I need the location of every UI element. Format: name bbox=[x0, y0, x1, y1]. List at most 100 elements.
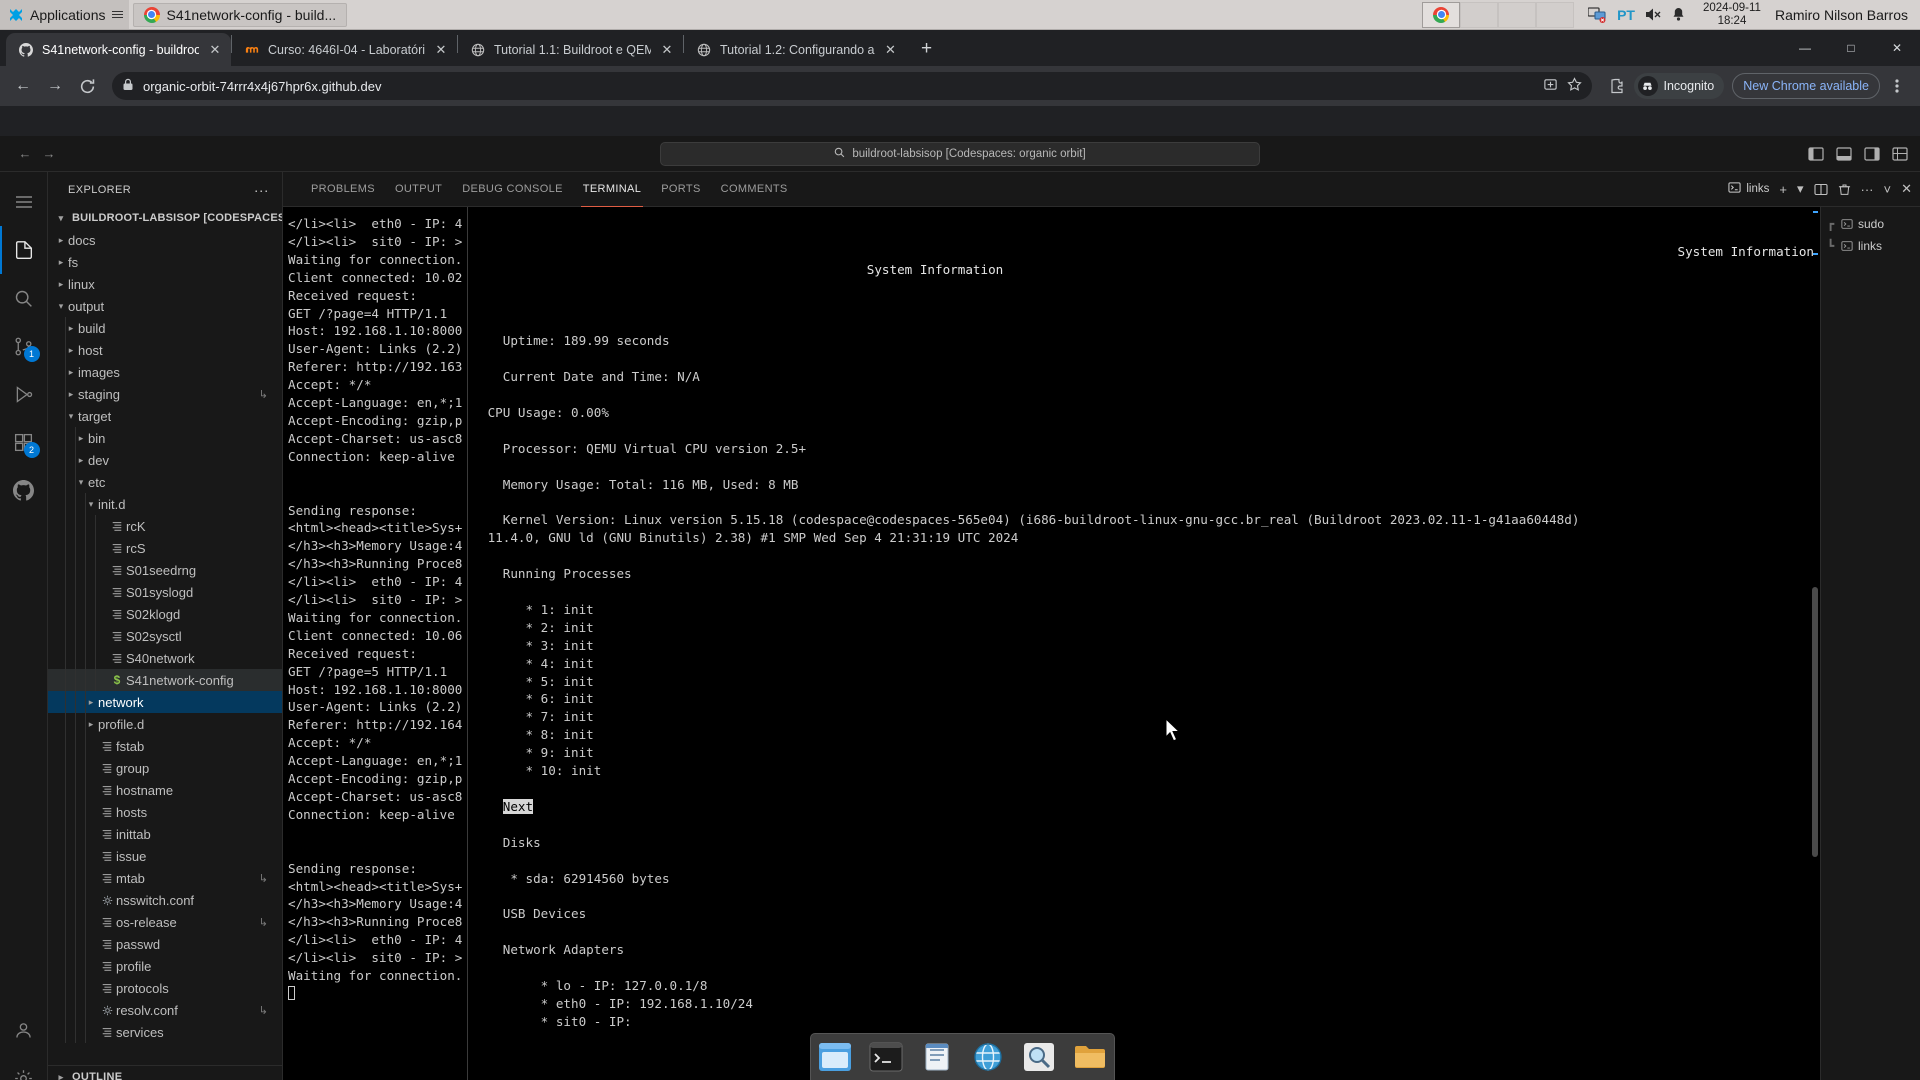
tree-folder-network[interactable]: ▸ network bbox=[48, 691, 282, 713]
tree-file-mtab[interactable]: mtab ↳ bbox=[48, 867, 282, 889]
tab-output[interactable]: OUTPUT bbox=[385, 172, 452, 207]
outline-section[interactable]: ▸ OUTLINE bbox=[48, 1066, 282, 1080]
tree-folder-images[interactable]: ▸ images bbox=[48, 361, 282, 383]
chrome-update-button[interactable]: New Chrome available bbox=[1732, 73, 1880, 99]
terminal-tab-sudo[interactable]: ┏ sudo bbox=[1821, 213, 1920, 235]
maximize-button[interactable]: □ bbox=[1828, 32, 1874, 64]
back-button[interactable]: ← bbox=[8, 71, 38, 101]
dock-item-web-browser[interactable] bbox=[967, 1039, 1009, 1075]
sidebar-item-explorer[interactable] bbox=[0, 226, 48, 274]
tree-folder-fs[interactable]: ▸ fs bbox=[48, 251, 282, 273]
dock-item-search[interactable] bbox=[1018, 1039, 1060, 1075]
vscode-forward-button[interactable]: → bbox=[38, 143, 60, 165]
dock-item-file-browser[interactable] bbox=[1069, 1039, 1111, 1075]
tree-file-group[interactable]: group bbox=[48, 757, 282, 779]
tree-file-resolv-conf[interactable]: resolv.conf ↳ bbox=[48, 999, 282, 1021]
tree-file-fstab[interactable]: fstab bbox=[48, 735, 282, 757]
tree-folder-dev[interactable]: ▸ dev bbox=[48, 449, 282, 471]
tree-folder-host[interactable]: ▸ host bbox=[48, 339, 282, 361]
explorer-more-actions-icon[interactable]: ··· bbox=[249, 182, 274, 198]
tab-ports[interactable]: PORTS bbox=[651, 172, 710, 207]
new-tab-button[interactable]: + bbox=[913, 35, 941, 63]
tree-file-hostname[interactable]: hostname bbox=[48, 779, 282, 801]
network-icon[interactable] bbox=[1588, 6, 1607, 23]
minimize-button[interactable]: — bbox=[1782, 32, 1828, 64]
tree-file-s01seedrng[interactable]: S01seedrng bbox=[48, 559, 282, 581]
tray-slot-4[interactable] bbox=[1536, 1, 1575, 28]
share-icon[interactable] bbox=[1543, 77, 1558, 95]
tree-file-s02klogd[interactable]: S02klogd bbox=[48, 603, 282, 625]
user-menu[interactable]: Ramiro Nilson Barros bbox=[1769, 7, 1920, 23]
chrome-menu-button[interactable] bbox=[1882, 71, 1912, 101]
explorer-root-folder[interactable]: ▾ BUILDROOT-LABSISOP [CODESPACES: ORGANI… bbox=[48, 207, 282, 229]
tree-file-s01syslogd[interactable]: S01syslogd bbox=[48, 581, 282, 603]
tab-close-icon[interactable]: ✕ bbox=[659, 42, 675, 58]
dock-item-text-editor[interactable] bbox=[916, 1039, 958, 1075]
close-panel-icon[interactable]: ✕ bbox=[1901, 181, 1912, 197]
sidebar-item-extensions[interactable]: 2 bbox=[0, 418, 48, 466]
toggle-primary-sidebar-icon[interactable] bbox=[1808, 146, 1824, 161]
hamburger-menu-icon[interactable] bbox=[0, 178, 48, 226]
chevron-down-icon[interactable]: ▾ bbox=[1797, 181, 1804, 197]
tree-file-passwd[interactable]: passwd bbox=[48, 933, 282, 955]
split-terminal-icon[interactable] bbox=[1813, 183, 1828, 196]
address-bar[interactable]: organic-orbit-74rrr4x4j67hpr6x.github.de… bbox=[112, 72, 1592, 100]
vscode-back-button[interactable]: ← bbox=[14, 143, 36, 165]
dock-item-terminal[interactable] bbox=[865, 1039, 907, 1075]
tree-folder-profile-d[interactable]: ▸ profile.d bbox=[48, 713, 282, 735]
tree-folder-docs[interactable]: ▸ docs bbox=[48, 229, 282, 251]
terminal-pane-left[interactable]: </li><li> eth0 - IP: 4 </li><li> sit0 - … bbox=[283, 207, 468, 1080]
terminal-pane-main[interactable]: System Information System Information Upt… bbox=[468, 207, 1820, 1080]
tree-file-services[interactable]: services bbox=[48, 1021, 282, 1043]
tree-file-inittab[interactable]: inittab bbox=[48, 823, 282, 845]
tab-close-icon[interactable]: ✕ bbox=[207, 42, 223, 58]
tree-file-s40network[interactable]: S40network bbox=[48, 647, 282, 669]
tab-close-icon[interactable]: ✕ bbox=[433, 42, 449, 58]
keyboard-layout-indicator[interactable]: PT bbox=[1617, 7, 1635, 23]
tab-debug-console[interactable]: DEBUG CONSOLE bbox=[452, 172, 573, 207]
tree-file-hosts[interactable]: hosts bbox=[48, 801, 282, 823]
tree-folder-staging[interactable]: ▸ staging ↳ bbox=[48, 383, 282, 405]
toggle-secondary-sidebar-icon[interactable] bbox=[1864, 146, 1880, 161]
bookmark-star-icon[interactable] bbox=[1566, 77, 1582, 95]
tree-file-s02sysctl[interactable]: S02sysctl bbox=[48, 625, 282, 647]
tray-slot-3[interactable] bbox=[1498, 1, 1537, 28]
tree-folder-target[interactable]: ▾ target bbox=[48, 405, 282, 427]
tree-file-rcs[interactable]: rcS bbox=[48, 537, 282, 559]
extensions-button[interactable] bbox=[1602, 71, 1632, 101]
volume-muted-icon[interactable] bbox=[1645, 7, 1662, 22]
tree-folder-etc[interactable]: ▾ etc bbox=[48, 471, 282, 493]
tab-close-icon[interactable]: ✕ bbox=[883, 42, 899, 58]
taskbar-window-button[interactable]: S41network-config - build... bbox=[132, 2, 348, 27]
clock-widget[interactable]: 2024-09-11 18:24 bbox=[1695, 2, 1769, 28]
browser-tab-3[interactable]: Tutorial 1.1: Buildroot e QEM ✕ bbox=[458, 33, 683, 66]
tab-terminal[interactable]: TERMINAL bbox=[573, 172, 651, 207]
gear-icon[interactable] bbox=[0, 1054, 48, 1080]
customize-layout-icon[interactable] bbox=[1892, 146, 1908, 161]
tree-folder-build[interactable]: ▸ build bbox=[48, 317, 282, 339]
browser-tab-1[interactable]: S41network-config - buildroo ✕ bbox=[6, 33, 231, 66]
tray-chrome-launcher[interactable] bbox=[1422, 1, 1461, 28]
browser-tab-4[interactable]: Tutorial 1.2: Configurando a ✕ bbox=[684, 33, 907, 66]
tree-folder-output[interactable]: ▾ output bbox=[48, 295, 282, 317]
sidebar-item-github[interactable] bbox=[0, 466, 48, 514]
kill-terminal-icon[interactable] bbox=[1838, 183, 1851, 196]
toggle-panel-icon[interactable] bbox=[1836, 146, 1852, 161]
notification-bell-icon[interactable] bbox=[1672, 7, 1685, 22]
tab-comments[interactable]: COMMENTS bbox=[711, 172, 798, 207]
maximize-panel-icon[interactable]: ˅ bbox=[1884, 182, 1892, 197]
tree-folder-bin[interactable]: ▸ bin bbox=[48, 427, 282, 449]
tab-problems[interactable]: PROBLEMS bbox=[301, 172, 385, 207]
reload-button[interactable] bbox=[72, 71, 102, 101]
account-icon[interactable] bbox=[0, 1006, 48, 1054]
sidebar-item-run-debug[interactable] bbox=[0, 370, 48, 418]
tree-file-issue[interactable]: issue bbox=[48, 845, 282, 867]
more-actions-icon[interactable]: ··· bbox=[1861, 182, 1874, 197]
incognito-profile-button[interactable]: Incognito bbox=[1633, 73, 1725, 99]
sidebar-item-search[interactable] bbox=[0, 274, 48, 322]
tree-folder-init-d[interactable]: ▾ init.d bbox=[48, 493, 282, 515]
active-terminal-selector[interactable]: links bbox=[1728, 181, 1769, 197]
command-center[interactable]: buildroot-labsisop [Codespaces: organic … bbox=[660, 141, 1260, 166]
tree-file-s41network-config[interactable]: $ S41network-config bbox=[48, 669, 282, 691]
terminal-selected-text[interactable]: Next bbox=[502, 798, 534, 814]
